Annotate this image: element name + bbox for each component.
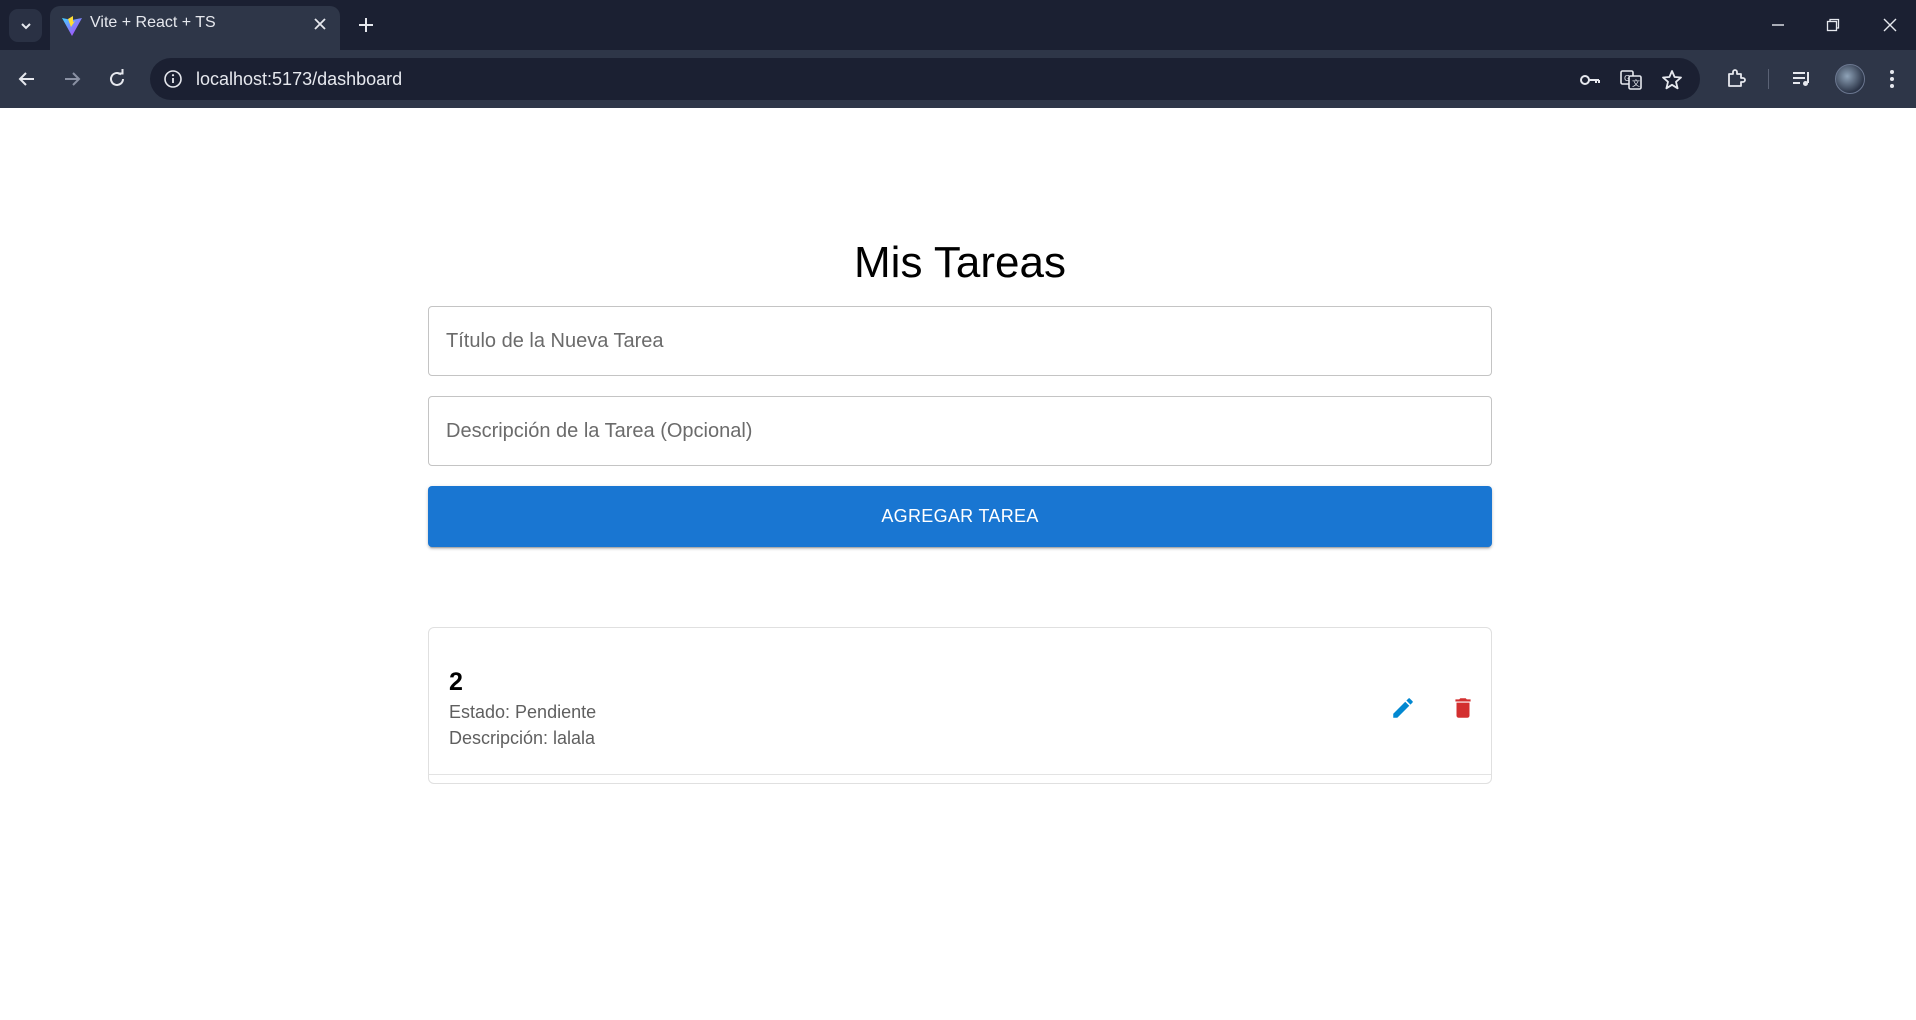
add-task-button-label: AGREGAR TAREA [881,506,1039,526]
reload-button[interactable] [99,61,135,97]
puzzle-icon [1728,69,1746,87]
restore-button[interactable] [1816,8,1850,42]
svg-text:G: G [1624,74,1630,83]
add-task-button[interactable]: AGREGAR TAREA [428,486,1492,547]
close-icon [1883,18,1897,32]
url-text[interactable]: localhost:5173/dashboard [196,69,402,90]
close-window-button[interactable] [1873,8,1907,42]
address-bar[interactable]: localhost:5173/dashboard G文 [150,58,1700,100]
close-icon [314,18,326,30]
trash-icon [1455,698,1471,718]
task-status: Estado: Pendiente [449,702,597,722]
browser-tab-active[interactable]: Vite + React + TS [50,6,340,50]
plus-icon [359,18,373,32]
minimize-icon [1772,24,1784,26]
password-manager-button[interactable] [1577,67,1603,93]
task-title-input[interactable] [429,307,1491,375]
task-description: Descripción: lalala [449,728,596,748]
reload-icon [110,69,124,86]
key-icon [1580,75,1600,85]
star-icon [1662,70,1682,90]
forward-button[interactable] [54,61,90,97]
delete-task-button[interactable] [1443,688,1483,728]
extensions-button[interactable] [1720,63,1752,95]
pencil-icon [1393,698,1413,718]
bookmark-button[interactable] [1659,67,1685,93]
page-title: Mis Tareas [854,238,1066,287]
more-vertical-icon [1890,70,1894,88]
translate-icon: G文 [1620,70,1642,90]
site-info-button[interactable] [160,66,186,92]
task-description-field[interactable] [428,396,1492,466]
media-control-button[interactable] [1786,63,1818,95]
arrow-left-icon [18,72,34,86]
toolbar-divider [1768,69,1769,89]
profile-avatar[interactable] [1835,64,1865,94]
task-title-field[interactable] [428,306,1492,376]
chevron-down-icon [20,22,31,29]
task-list: 2 Estado: Pendiente Descripción: lalala [428,627,1492,784]
translate-button[interactable]: G文 [1618,67,1644,93]
tab-search-button[interactable] [9,9,42,42]
task-title: 2 [449,668,463,696]
browser-toolbar: localhost:5173/dashboard G文 [0,50,1916,108]
arrow-right-icon [65,72,81,86]
tab-close-button[interactable] [310,14,330,34]
task-list-item: 2 Estado: Pendiente Descripción: lalala [429,628,1491,775]
browser-tab-strip: Vite + React + TS [0,0,1916,50]
vite-logo-icon [62,16,82,36]
new-tab-button[interactable] [353,12,379,38]
task-description-input[interactable] [429,397,1491,465]
tab-title: Vite + React + TS [90,14,216,31]
playlist-icon [1793,72,1809,86]
minimize-button[interactable] [1761,8,1795,42]
back-button[interactable] [9,61,45,97]
edit-task-button[interactable] [1383,688,1423,728]
svg-text:文: 文 [1632,78,1640,88]
restore-icon [1826,18,1840,32]
browser-menu-button[interactable] [1876,63,1908,95]
info-icon [164,70,182,88]
